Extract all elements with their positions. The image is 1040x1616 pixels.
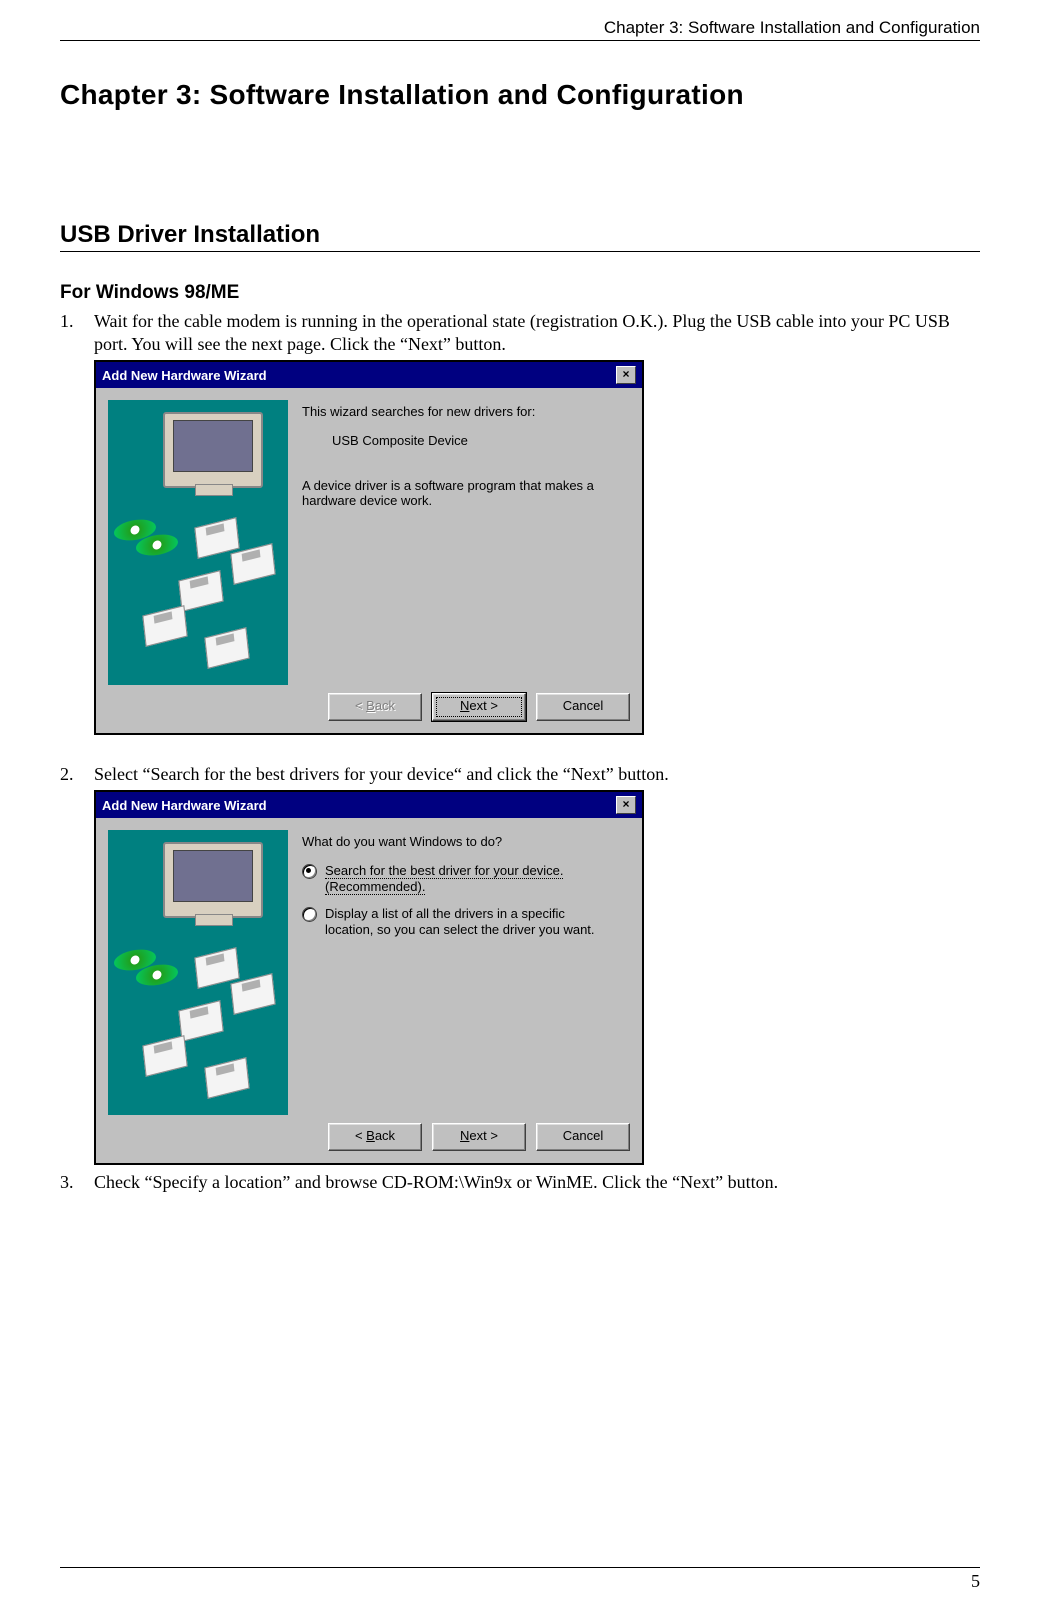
cancel-button[interactable]: Cancel — [536, 1123, 630, 1151]
radio-label: Search for the best driver for your devi… — [325, 863, 615, 896]
wizard-text: A device driver is a software program th… — [302, 478, 622, 508]
floppy-icon — [204, 1057, 249, 1099]
back-button[interactable]: < Back — [328, 1123, 422, 1151]
step-2: 2. Select “Search for the best drivers f… — [60, 763, 980, 786]
page-number: 5 — [60, 1567, 980, 1592]
radio-option-display-list[interactable]: Display a list of all the drivers in a s… — [302, 906, 622, 939]
chapter-title: Chapter 3: Software Installation and Con… — [60, 79, 980, 111]
device-name: USB Composite Device — [302, 433, 622, 448]
radio-icon[interactable] — [302, 907, 317, 922]
floppy-icon — [230, 543, 275, 585]
step-number: 3. — [60, 1171, 94, 1194]
section-title: USB Driver Installation — [60, 221, 980, 252]
back-button: < Back — [328, 693, 422, 721]
titlebar: Add New Hardware Wizard × — [96, 792, 642, 818]
wizard-sidebar-art — [108, 400, 288, 685]
wizard-dialog-2: Add New Hardware Wizard × What do you wa… — [94, 790, 644, 1165]
step-text: Wait for the cable modem is running in t… — [94, 310, 980, 356]
monitor-icon — [163, 842, 263, 918]
next-button[interactable]: Next > — [432, 1123, 526, 1151]
floppy-icon — [178, 570, 223, 612]
wizard-text: This wizard searches for new drivers for… — [302, 404, 622, 419]
step-1: 1. Wait for the cable modem is running i… — [60, 310, 980, 356]
dialog-content: This wizard searches for new drivers for… — [298, 388, 642, 685]
step-number: 2. — [60, 763, 94, 786]
step-3: 3. Check “Specify a location” and browse… — [60, 1171, 980, 1194]
wizard-dialog-1: Add New Hardware Wizard × This wizard se… — [94, 360, 644, 735]
titlebar: Add New Hardware Wizard × — [96, 362, 642, 388]
floppy-icon — [142, 1035, 187, 1077]
floppy-icon — [204, 627, 249, 669]
close-icon[interactable]: × — [616, 796, 636, 814]
subsection-title: For Windows 98/ME — [60, 282, 980, 304]
close-icon[interactable]: × — [616, 366, 636, 384]
step-number: 1. — [60, 310, 94, 356]
button-row: < Back Next > Cancel — [96, 1115, 642, 1163]
dialog-content: What do you want Windows to do? Search f… — [298, 818, 642, 1115]
wizard-prompt: What do you want Windows to do? — [302, 834, 622, 849]
running-header: Chapter 3: Software Installation and Con… — [60, 18, 980, 41]
wizard-sidebar-art — [108, 830, 288, 1115]
floppy-icon — [178, 1000, 223, 1042]
step-text: Select “Search for the best drivers for … — [94, 763, 980, 786]
next-button[interactable]: Next > — [432, 693, 526, 721]
floppy-icon — [230, 973, 275, 1015]
radio-label: Display a list of all the drivers in a s… — [325, 906, 615, 939]
dialog-title: Add New Hardware Wizard — [102, 368, 267, 383]
document-page: Chapter 3: Software Installation and Con… — [0, 0, 1040, 1616]
button-row: < Back Next > Cancel — [96, 685, 642, 733]
monitor-icon — [163, 412, 263, 488]
radio-option-search[interactable]: Search for the best driver for your devi… — [302, 863, 622, 896]
step-text: Check “Specify a location” and browse CD… — [94, 1171, 980, 1194]
radio-icon[interactable] — [302, 864, 317, 879]
floppy-icon — [142, 605, 187, 647]
dialog-title: Add New Hardware Wizard — [102, 798, 267, 813]
cancel-button[interactable]: Cancel — [536, 693, 630, 721]
